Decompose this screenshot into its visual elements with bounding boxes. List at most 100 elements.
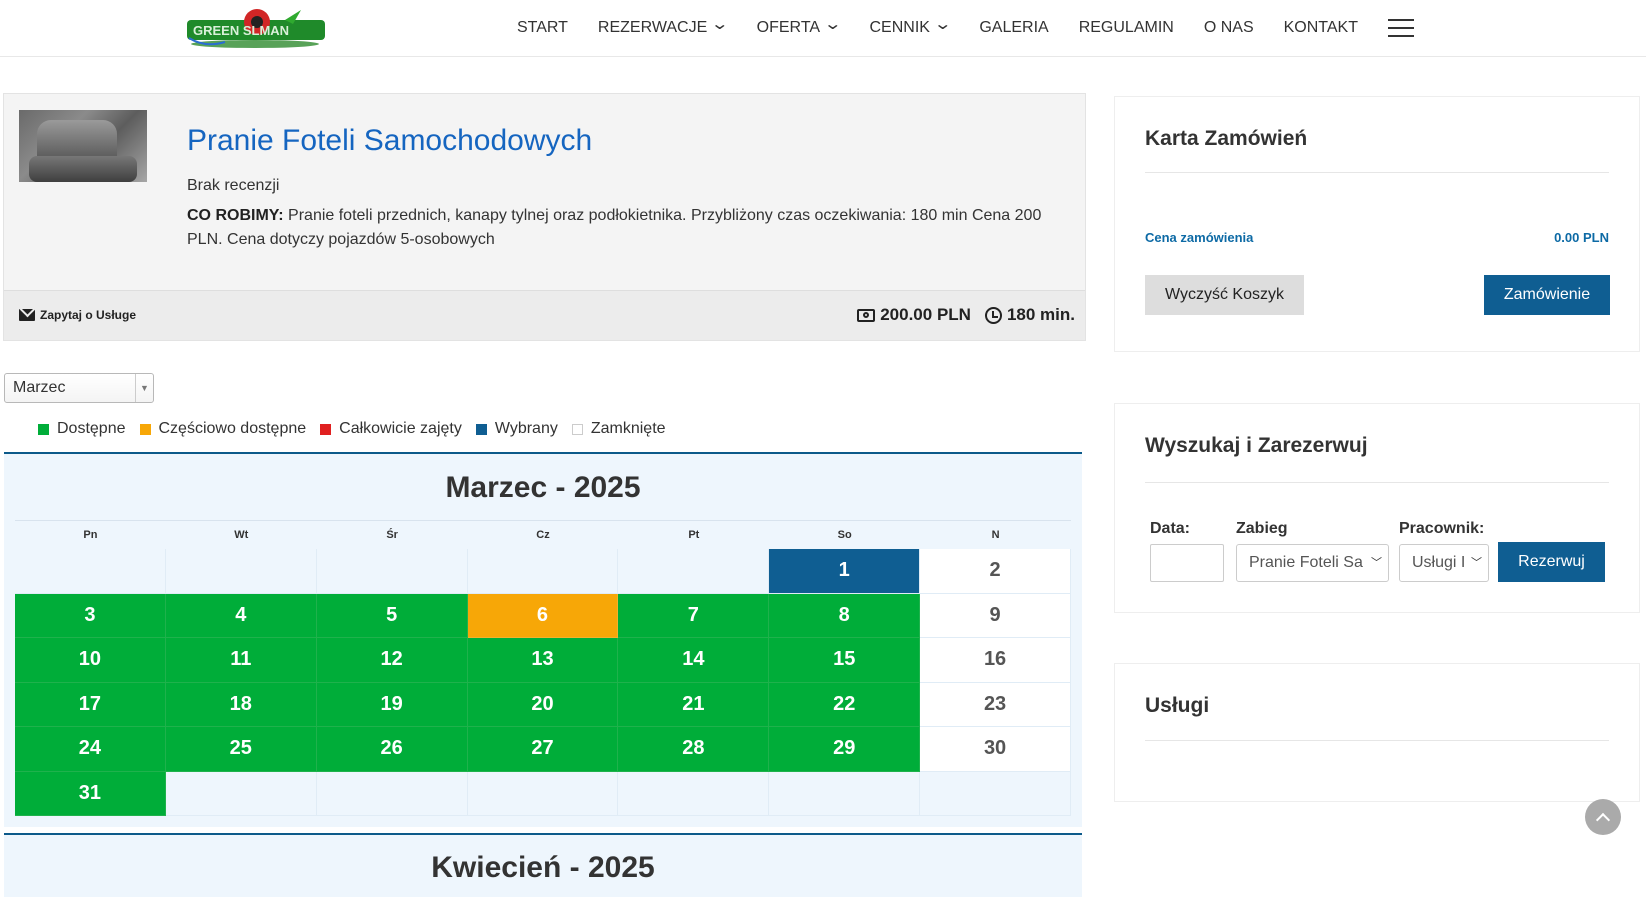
order-card-widget: Karta Zamówień Cena zamówienia 0.00 PLN … [1114,96,1640,352]
nav-item-label: O NAS [1203,18,1254,36]
weekday-label: Śr [386,529,398,541]
calendar-day-available[interactable]: 12 [316,638,468,683]
calendar-day-available[interactable]: 5 [316,593,468,638]
calendar-week-row: 12 [15,549,1071,594]
legend-label: Wybrany [494,420,558,437]
calendar-day-available[interactable]: 24 [15,727,166,772]
weekday-label: Wt [234,529,249,541]
scroll-to-top-button[interactable] [1585,799,1621,835]
service-card-footer: Zapytaj o Usługe 200.00 PLN 180 min. [4,290,1085,340]
calendar-day-selected[interactable]: 1 [769,549,921,594]
calendar-title: Marzec - 2025 [445,471,641,504]
legend-label: Zamknięte [590,420,666,437]
nav-item-kontakt[interactable]: KONTAKT [1284,19,1358,37]
nav-item-label: START [516,18,568,36]
calendar-day-empty [165,549,317,594]
calendar-legend: Dostępne Częściowo dostępne Całkowicie zaj… [38,420,680,438]
divider [1145,482,1609,483]
calendar-day-available[interactable]: 19 [316,682,468,727]
calendar-day-available[interactable]: 31 [15,771,166,816]
weekday-label: N [991,529,1000,541]
service-meta: 200.00 PLN 180 min. [857,305,1075,325]
ask-label: Zapytaj o Usługe [40,308,137,322]
description-label: CO ROBIMY: [187,207,284,224]
month-select[interactable]: Marzec ▼ [4,373,154,403]
money-icon [857,308,876,322]
calendar-day-available[interactable]: 10 [15,638,166,683]
calendar-week-row: 17 18 19 20 21 22 23 [15,682,1071,727]
widget-title: Wyszukaj i Zarezerwuj [1145,434,1368,457]
legend-label: Dostępne [57,420,126,437]
legend-swatch [320,423,332,435]
site-logo[interactable]: GREEN SLMAN [185,8,327,50]
calendar-day-available[interactable]: 21 [618,682,770,727]
calendar-day-available[interactable]: 15 [769,638,921,683]
reserve-button[interactable]: Rezerwuj [1498,542,1605,582]
chevron-down-icon: ▼ [135,374,153,402]
service-description: CO ROBIMY: Pranie foteli przednich, kana… [187,204,1067,252]
calendar-day-available[interactable]: 8 [769,593,921,638]
calendar-day-available[interactable]: 26 [316,727,468,772]
calendar-day-empty [618,771,770,816]
calendar-day-closed: 16 [920,638,1071,683]
calendar-day-available[interactable]: 20 [467,682,619,727]
treatment-select[interactable]: Pranie Foteli Sa ﹀ [1236,544,1389,582]
service-thumbnail [19,110,147,182]
calendar-day-empty [316,549,468,594]
nav-item-label: OFERTA [756,18,821,36]
nav-item-regulamin[interactable]: REGULAMIN [1079,19,1174,37]
calendar-day-available[interactable]: 25 [165,727,317,772]
calendar-day-available[interactable]: 18 [165,682,317,727]
nav-item-galeria[interactable]: GALERIA [979,19,1048,37]
svg-text:GREEN SLMAN: GREEN SLMAN [193,23,289,38]
employee-select-value: Usługi I [1412,554,1466,571]
date-input[interactable] [1150,544,1224,582]
weekday-label: Pn [83,529,98,541]
calendar-day-partial[interactable]: 6 [467,593,619,638]
chevron-down-icon: ⌄ [710,15,730,33]
divider [1145,740,1609,741]
calendar-day-available[interactable]: 13 [467,638,619,683]
nav-item-label: KONTAKT [1283,18,1358,36]
nav-item-cennik[interactable]: CENNIK ⌄ [869,16,952,37]
nav-item-oferta[interactable]: OFERTA ⌄ [756,15,843,37]
nav-item-start[interactable]: START [517,19,568,37]
order-price-row: Cena zamówienia 0.00 PLN [1145,230,1609,245]
nav-item-rezerwacje[interactable]: REZERWACJE ⌄ [597,15,730,37]
site-header: GREEN SLMAN START REZERWACJE ⌄ OFERTA ⌄ CENNI… [0,0,1646,57]
review-status: Brak recenzji [187,177,280,194]
calendar-day-available[interactable]: 7 [618,593,770,638]
legend-swatch [38,423,49,435]
clear-cart-button[interactable]: Wyczyść Koszyk [1145,275,1304,315]
calendar-day-available[interactable]: 11 [165,638,317,683]
ask-about-service-link[interactable]: Zapytaj o Usługe [19,308,136,322]
order-price-label: Cena zamówienia [1145,230,1254,245]
chevron-down-icon: ﹀ [1468,545,1482,581]
calendar-day-available[interactable]: 14 [618,638,770,683]
month-select-value: Marzec [13,379,66,396]
calendar-day-empty [467,549,619,594]
legend-item: Zamknięte [571,420,666,438]
divider [1145,172,1609,173]
employee-select[interactable]: Usługi I ﹀ [1399,544,1489,582]
nav-item-label: REZERWACJE [597,18,708,36]
service-title[interactable]: Pranie Foteli Samochodowych [187,124,592,158]
order-button[interactable]: Zamówienie [1484,275,1610,315]
service-card: Pranie Foteli Samochodowych Brak recenzj… [3,93,1086,341]
calendar-day-available[interactable]: 29 [769,727,921,772]
calendar-day-closed: 23 [920,682,1071,727]
calendar-day-empty [618,549,770,594]
employee-label: Pracownik: [1399,520,1485,537]
calendar-day-available[interactable]: 27 [467,727,619,772]
chevron-down-icon: ⌄ [823,15,843,33]
legend-swatch [475,423,487,435]
calendar-day-available[interactable]: 3 [15,593,166,638]
hamburger-menu-icon[interactable] [1388,18,1414,37]
calendar-day-available[interactable]: 22 [769,682,921,727]
legend-swatch [571,423,583,435]
calendar-day-empty [467,771,619,816]
nav-item-o-nas[interactable]: O NAS [1204,19,1254,37]
calendar-day-available[interactable]: 17 [15,682,166,727]
calendar-day-available[interactable]: 4 [165,593,317,638]
calendar-day-available[interactable]: 28 [618,727,770,772]
